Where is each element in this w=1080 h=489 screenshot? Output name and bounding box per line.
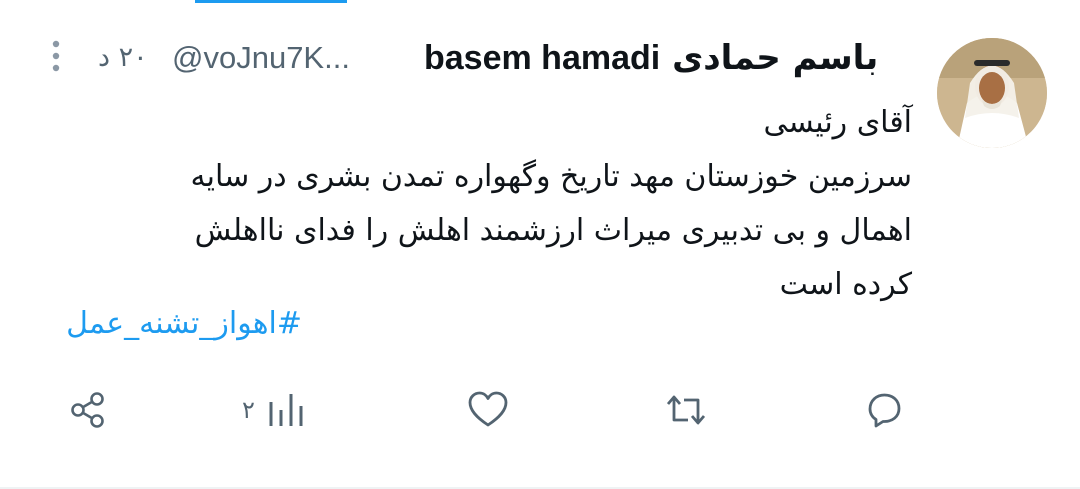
tweet-line: سرزمین خوزستان مهد تاریخ وگهواره تمدن بش…: [190, 159, 912, 194]
tweet-actions-bar: ٢: [0, 380, 1080, 440]
selected-tab-indicator: [195, 0, 347, 3]
retweet-button[interactable]: [664, 380, 708, 440]
author-name-arabic: باسم حمادی: [672, 38, 879, 78]
reply-button[interactable]: [862, 380, 906, 440]
avatar-photo: [937, 38, 1047, 148]
views-button[interactable]: ٢: [242, 380, 309, 440]
views-count: ٢: [242, 396, 255, 424]
tweet-timestamp[interactable]: ٢٠ د: [98, 42, 148, 73]
reply-icon: [868, 393, 901, 428]
author-name[interactable]: basem hamadi باسم حمادی: [424, 38, 878, 78]
tweet-line: آقای رئیسی: [763, 105, 913, 140]
author-handle[interactable]: @voJnu7K...: [172, 40, 350, 76]
like-button[interactable]: [466, 380, 510, 440]
heart-icon: [468, 391, 508, 427]
retweet-icon: [666, 395, 706, 425]
avatar[interactable]: [937, 38, 1047, 148]
analytics-icon: [269, 394, 303, 426]
share-button[interactable]: [66, 380, 110, 440]
hashtag-link[interactable]: #اهواز_تشنه_عمل: [66, 306, 302, 341]
share-icon: [71, 392, 104, 428]
tweet-text: آقای رئیسی سرزمین خوزستان مهد تاریخ وگهو…: [92, 96, 912, 312]
more-options-icon[interactable]: [46, 38, 66, 78]
tweet-line: کرده است: [779, 267, 912, 302]
author-name-latin: basem hamadi: [424, 39, 661, 77]
tweet-line: اهمال و بی تدبیری میراث ارزشمند اهلش را …: [194, 213, 912, 248]
